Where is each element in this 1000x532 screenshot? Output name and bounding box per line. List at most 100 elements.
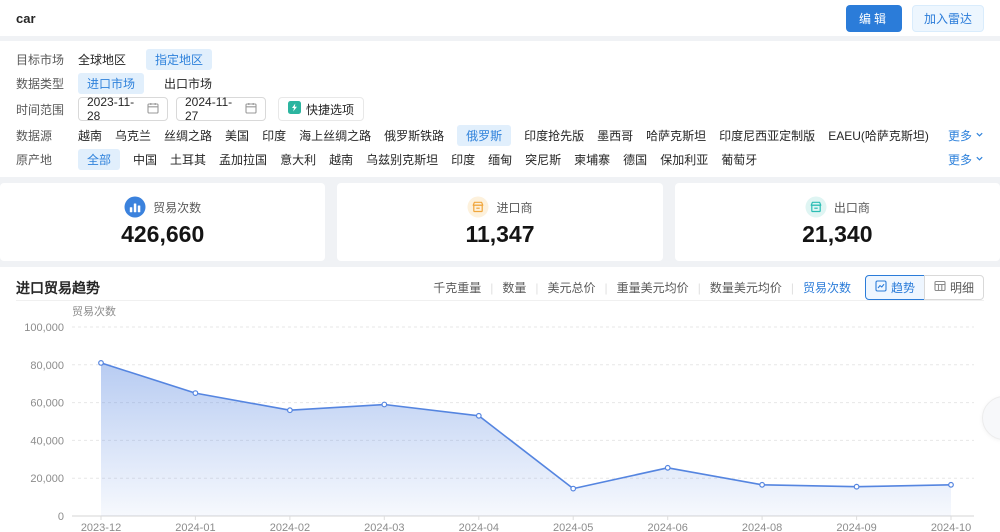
data-type-option[interactable]: 出口市场 [164, 75, 212, 92]
data-source-label: 数据源 [16, 128, 53, 143]
origin-option[interactable]: 意大利 [280, 151, 316, 168]
data-source-option[interactable]: 哈萨克斯坦 [646, 127, 706, 144]
stat-label: 进口商 [496, 200, 533, 215]
stat-card: 出口商 21,340 [674, 183, 1000, 261]
svg-text:2024-04: 2024-04 [459, 522, 499, 532]
metric-option[interactable]: 数量 [502, 279, 526, 296]
data-source-option[interactable]: 印度 [262, 127, 286, 144]
importer-icon [467, 196, 489, 218]
origin-label: 原产地 [16, 152, 53, 167]
svg-text:60,000: 60,000 [30, 398, 64, 410]
add-radar-button[interactable]: 加入雷达 [911, 4, 984, 32]
quick-options-icon [288, 101, 301, 117]
metric-options: 千克重量 | 数量 | 美元总价 | 重量美元均价 | 数量美元均价 | 贸易次数 [433, 279, 851, 296]
time-range-label: 时间范围 [16, 102, 65, 117]
target-market-option[interactable]: 全球地区 [78, 51, 126, 68]
start-date-value: 2023-11-28 [87, 95, 135, 123]
origin-option[interactable]: 中国 [133, 151, 157, 168]
svg-text:2024-09: 2024-09 [836, 522, 876, 532]
topbar-actions: 编辑 加入雷达 [845, 4, 984, 32]
more-label: 更多 [947, 128, 972, 143]
stat-card: 贸易次数 426,660 [0, 183, 326, 261]
end-date-value: 2024-11-27 [185, 95, 233, 123]
origin-option[interactable]: 柬埔寨 [574, 151, 610, 168]
end-date-input[interactable]: 2024-11-27 [176, 95, 266, 123]
svg-text:80,000: 80,000 [30, 360, 64, 372]
stat-value: 11,347 [465, 221, 535, 247]
stats-row: 贸易次数 426,660 进口商 11,347 出口商 21,340 [0, 183, 1000, 261]
metric-option[interactable]: 重量美元均价 [617, 279, 689, 296]
origin-option[interactable]: 缅甸 [488, 151, 512, 168]
quick-options-label: 快捷选项 [306, 102, 355, 117]
origin-option[interactable]: 孟加拉国 [219, 151, 267, 168]
data-source-option[interactable]: 美国 [225, 127, 249, 144]
data-source-options: 越南 乌克兰 丝绸之路 美国 印度 海上丝绸之路 俄罗斯铁路 俄罗斯 印度抢先版 墨西哥 哈萨克斯坦… [78, 124, 929, 146]
trend-panel-title: 进口贸易趋势 [16, 279, 100, 296]
metric-option[interactable]: 千克重量 [433, 279, 481, 296]
filter-row-target-market: 目标市场 全球地区 指定地区 [16, 47, 984, 71]
origin-option[interactable]: 乌兹别克斯坦 [366, 151, 438, 168]
svg-text:2023-12: 2023-12 [81, 522, 121, 532]
data-source-option[interactable]: 丝绸之路 [164, 127, 212, 144]
svg-text:2024-10: 2024-10 [931, 522, 971, 532]
data-type-options: 进口市场 出口市场 [78, 72, 212, 94]
bar-chart-icon [124, 196, 146, 218]
trend-chart-icon [875, 280, 887, 295]
data-source-option[interactable]: 乌克兰 [115, 127, 151, 144]
trend-area-chart: 贸易次数 0 20,000 40,000 60,000 80,000 100,000 2023… [24, 304, 974, 532]
data-source-option[interactable]: 墨西哥 [597, 127, 633, 144]
stat-value: 21,340 [802, 221, 873, 247]
stat-card: 进口商 11,347 [337, 183, 663, 261]
origin-more-link[interactable]: 更多 [948, 151, 984, 168]
stat-label: 贸易次数 [153, 200, 202, 215]
detail-view-label: 明细 [949, 281, 974, 295]
trend-controls: 千克重量 | 数量 | 美元总价 | 重量美元均价 | 数量美元均价 | 贸易次数 趋势 明细 [433, 275, 984, 300]
metric-option[interactable]: 数量美元均价 [710, 279, 782, 296]
metric-option[interactable]: 贸易次数 [803, 279, 851, 296]
svg-text:2024-03: 2024-03 [364, 522, 404, 532]
data-source-option[interactable]: 印度抢先版 [524, 127, 584, 144]
calendar-icon [245, 102, 257, 117]
quick-options-button[interactable]: 快捷选项 [278, 97, 365, 121]
stat-label: 出口商 [833, 200, 870, 215]
detail-view-button[interactable]: 明细 [923, 275, 984, 300]
svg-text:2024-01: 2024-01 [175, 522, 215, 532]
filter-panel: 目标市场 全球地区 指定地区 数据类型 进口市场 出口市场 时间范围 2023-11… [0, 41, 1000, 177]
origin-option[interactable]: 印度 [451, 151, 475, 168]
topbar: car 编辑 加入雷达 [0, 0, 1000, 36]
svg-text:2024-06: 2024-06 [648, 522, 688, 532]
origin-option[interactable]: 突尼斯 [525, 151, 561, 168]
data-source-option[interactable]: 俄罗斯铁路 [384, 127, 444, 144]
metric-option[interactable]: 美元总价 [548, 279, 596, 296]
origin-option[interactable]: 全部 [78, 148, 121, 170]
origin-option[interactable]: 保加利亚 [660, 151, 708, 168]
data-source-option[interactable]: 俄罗斯 [457, 124, 512, 146]
data-source-option[interactable]: EAEU(哈萨克斯坦) [828, 127, 929, 144]
filter-row-data-type: 数据类型 进口市场 出口市场 [16, 71, 984, 95]
view-toggle-group: 趋势 明细 [864, 275, 984, 300]
trend-view-label: 趋势 [890, 281, 915, 295]
edit-button[interactable]: 编辑 [845, 4, 902, 32]
trend-panel-header: 进口贸易趋势 千克重量 | 数量 | 美元总价 | 重量美元均价 | 数量美元均价 | 贸易次数 趋… [16, 275, 984, 301]
more-label: 更多 [947, 152, 972, 167]
trend-view-button[interactable]: 趋势 [864, 275, 925, 300]
target-market-option[interactable]: 指定地区 [146, 48, 213, 70]
start-date-input[interactable]: 2023-11-28 [78, 95, 168, 123]
svg-text:100,000: 100,000 [24, 322, 64, 334]
trend-panel: 进口贸易趋势 千克重量 | 数量 | 美元总价 | 重量美元均价 | 数量美元均价 | 贸易次数 趋… [0, 267, 1000, 532]
data-type-option[interactable]: 进口市场 [78, 72, 145, 94]
data-source-option[interactable]: 印度尼西亚定制版 [719, 127, 815, 144]
exporter-icon [805, 196, 827, 218]
filter-row-time-range: 时间范围 2023-11-28 2024-11-27 快捷选项 [16, 95, 984, 123]
data-type-label: 数据类型 [16, 76, 65, 91]
origin-option[interactable]: 越南 [329, 151, 353, 168]
origin-option[interactable]: 土耳其 [170, 151, 206, 168]
chevron-down-icon [975, 128, 984, 142]
page-title: car [16, 10, 36, 26]
svg-text:2024-05: 2024-05 [553, 522, 593, 532]
data-source-more-link[interactable]: 更多 [948, 127, 984, 144]
data-source-option[interactable]: 越南 [78, 127, 102, 144]
origin-option[interactable]: 葡萄牙 [721, 151, 757, 168]
data-source-option[interactable]: 海上丝绸之路 [299, 127, 371, 144]
origin-option[interactable]: 德国 [623, 151, 647, 168]
